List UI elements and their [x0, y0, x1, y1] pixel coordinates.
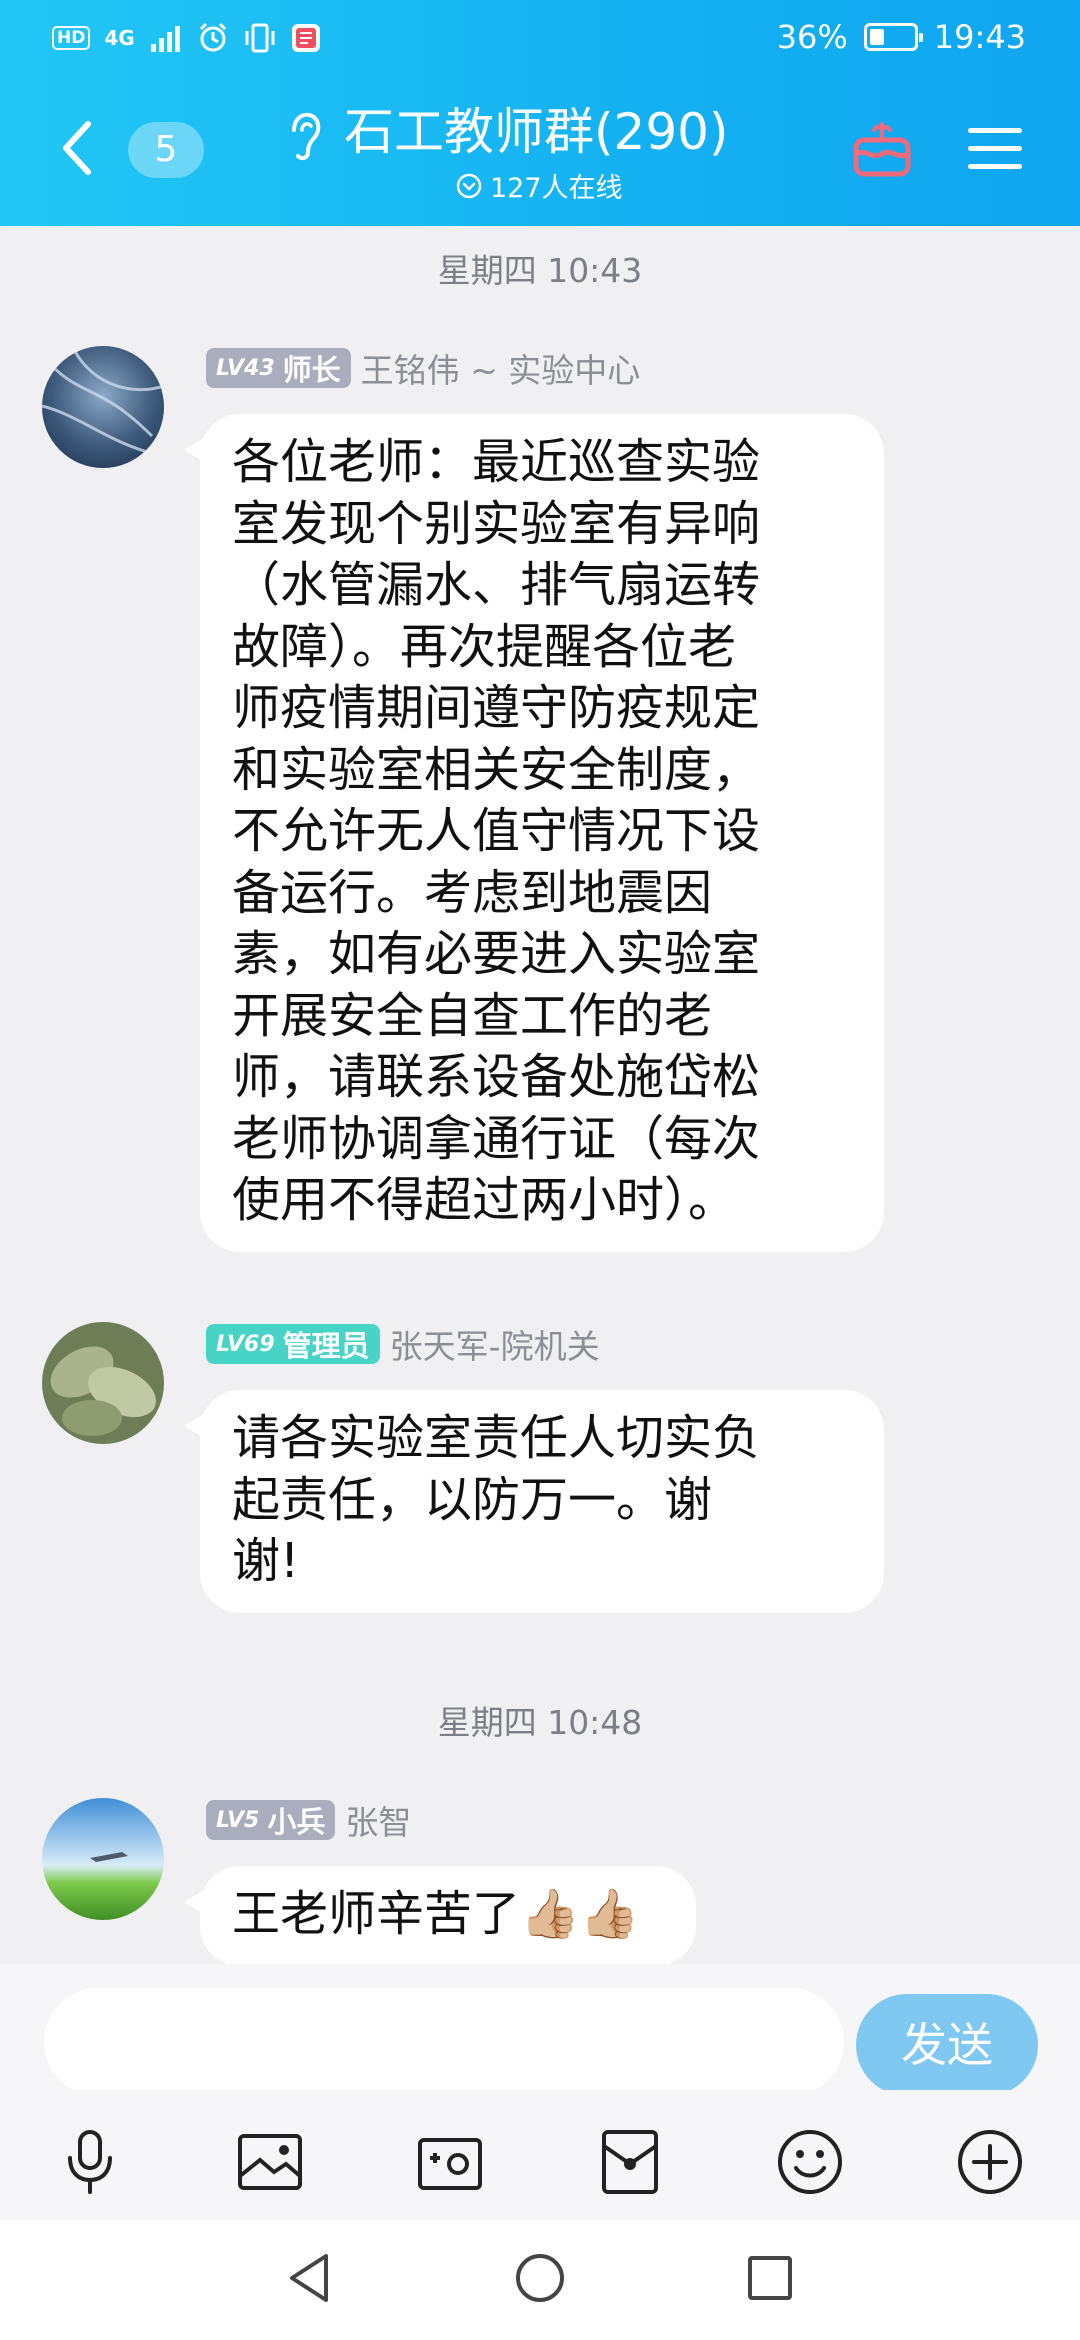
level-badge: LV69 管理员 — [206, 1324, 380, 1364]
nav-back-icon[interactable] — [282, 2250, 338, 2306]
group-title[interactable]: 石工教师群(290) — [344, 100, 728, 164]
level-title: 师长 — [282, 353, 341, 387]
microphone-icon[interactable] — [54, 2126, 126, 2198]
red-packet-icon[interactable] — [594, 2126, 666, 2198]
message-line: 老师协调拿通行证（每次 — [232, 1110, 761, 1167]
avatar-image — [42, 346, 164, 468]
level-number: LV5 — [216, 1807, 260, 1833]
online-status[interactable]: 127人在线 — [456, 166, 623, 205]
message-line: 起责任，以防万一。谢 — [232, 1471, 713, 1528]
hd-indicator: HD — [52, 26, 91, 50]
send-button[interactable]: 发送 — [856, 1994, 1038, 2096]
sender-meta: LV69 管理员 张天军-院机关 — [206, 1320, 600, 1368]
gift-icon[interactable] — [852, 118, 912, 178]
nav-recents-icon[interactable] — [742, 2250, 798, 2306]
plus-icon[interactable] — [954, 2126, 1026, 2198]
nav-home-icon[interactable] — [512, 2250, 568, 2306]
avatar[interactable] — [42, 1798, 164, 1920]
message-line: 师疫情期间遵守防疫规定 — [232, 680, 761, 736]
notification-app-icon — [291, 24, 320, 52]
system-nav-bar — [0, 2220, 1080, 2340]
avatar-image — [42, 1322, 164, 1444]
status-right: 36% 19:43 — [777, 18, 1026, 56]
battery-percent: 36% — [776, 18, 848, 56]
message-line: 故障）。再次提醒各位老 — [232, 618, 737, 675]
sender-name[interactable]: 王铭伟 ~ 实验中心 — [361, 344, 641, 392]
message-line: 素，如有必要进入实验室 — [232, 926, 761, 982]
message-timestamp: 星期四 10:43 — [437, 251, 643, 290]
message-line: 室发现个别实验室有异响 — [232, 495, 761, 552]
alarm-icon — [199, 22, 226, 52]
level-title: 小兵 — [267, 1805, 326, 1839]
app-header: HD 4G 36% 19:43 5 石工教师群(290) 127人在线 — [0, 0, 1080, 226]
message-line: 王老师辛苦了👍🏼👍🏼 — [232, 1886, 640, 1942]
level-badge: LV43 师长 — [206, 348, 351, 388]
message-timestamp: 星期四 10:48 — [437, 1703, 643, 1742]
emoji-icon[interactable] — [774, 2126, 846, 2198]
vibrate-icon — [245, 23, 275, 53]
ear-icon[interactable] — [286, 108, 324, 164]
message-bubble[interactable]: 各位老师：最近巡查实验 室发现个别实验室有异响 （水管漏水、排气扇运转 故障）。… — [184, 414, 884, 1252]
status-bar: HD 4G 36% 19:43 — [0, 0, 1080, 76]
message-line: 和实验室相关安全制度， — [232, 741, 761, 798]
camera-icon[interactable] — [414, 2126, 486, 2198]
message-line: 师，请联系设备处施岱松 — [232, 1049, 761, 1105]
message-line: （水管漏水、排气扇运转 — [232, 557, 761, 613]
network-type: 4G — [104, 26, 135, 50]
message-line: 各位老师：最近巡查实验 — [232, 434, 761, 490]
image-icon[interactable] — [234, 2126, 306, 2198]
chat-toolbar — [0, 2090, 1080, 2220]
input-bar: 发送 — [0, 1964, 1080, 2096]
signal-icon — [150, 26, 180, 52]
message-line: 请各实验室责任人切实负 — [232, 1410, 761, 1466]
message-bubble[interactable]: 请各实验室责任人切实负 起责任，以防万一。谢 谢! — [184, 1390, 884, 1613]
menu-icon[interactable] — [966, 124, 1024, 174]
level-badge: LV5 小兵 — [206, 1800, 336, 1840]
level-title: 管理员 — [282, 1329, 370, 1363]
message-line: 谢! — [232, 1533, 300, 1589]
avatar-image — [42, 1798, 164, 1920]
online-count: 127人在线 — [490, 173, 623, 204]
message-line: 使用不得超过两小时）。 — [232, 1172, 737, 1228]
sender-name[interactable]: 张智 — [345, 1796, 411, 1844]
battery-icon — [863, 23, 923, 51]
unread-count-badge[interactable]: 5 — [128, 122, 204, 178]
status-left: HD 4G — [52, 22, 321, 54]
message-line: 不允许无人值守情况下设 — [232, 803, 761, 859]
message-input[interactable] — [44, 1988, 844, 2096]
clock: 19:43 — [933, 18, 1026, 56]
sender-meta: LV5 小兵 张智 — [206, 1796, 411, 1844]
sender-meta: LV43 师长 王铭伟 ~ 实验中心 — [206, 344, 640, 392]
message-line: 备运行。考虑到地震因 — [232, 864, 713, 921]
level-number: LV69 — [216, 1331, 275, 1357]
message-line: 开展安全自查工作的老 — [232, 987, 713, 1044]
avatar[interactable] — [42, 1322, 164, 1444]
level-number: LV43 — [216, 355, 275, 381]
sender-name[interactable]: 张天军-院机关 — [390, 1320, 600, 1368]
chat-area[interactable]: 星期四 10:43 LV43 师长 王铭伟 ~ 实验中心 各位老师：最近巡查实验… — [0, 226, 1080, 1964]
avatar[interactable] — [42, 346, 164, 468]
chevron-down-circle-icon — [456, 173, 482, 198]
back-arrow-icon[interactable] — [56, 118, 96, 178]
message-bubble[interactable]: 王老师辛苦了👍🏼👍🏼 — [184, 1866, 696, 1964]
